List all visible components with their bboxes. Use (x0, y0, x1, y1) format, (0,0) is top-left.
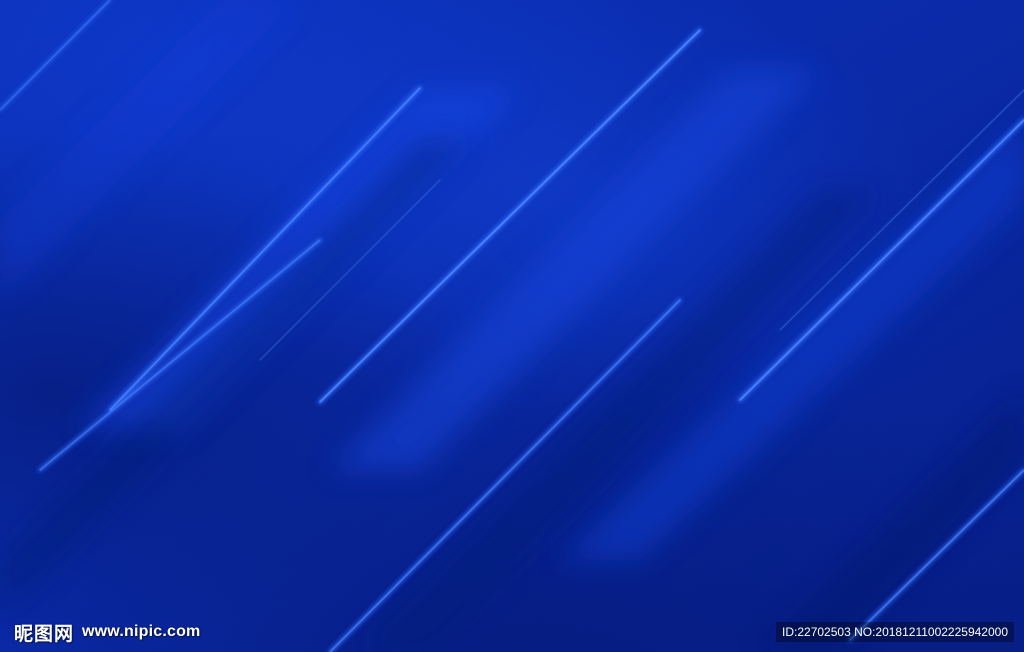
nipic-watermark: 昵图网 www.nipic.com (14, 620, 201, 645)
background-image: 昵图网 www.nipic.com ID:22702503 NO:2018121… (0, 0, 1024, 652)
image-id-text: ID:22702503 NO:20181211002225942000 (782, 625, 1008, 639)
watermark-url: www.nipic.com (82, 623, 201, 640)
image-id-bar: ID:22702503 NO:20181211002225942000 (776, 622, 1014, 642)
watermark-site-name: 昵图网 (14, 622, 75, 645)
abstract-blue-background (0, 0, 1024, 652)
